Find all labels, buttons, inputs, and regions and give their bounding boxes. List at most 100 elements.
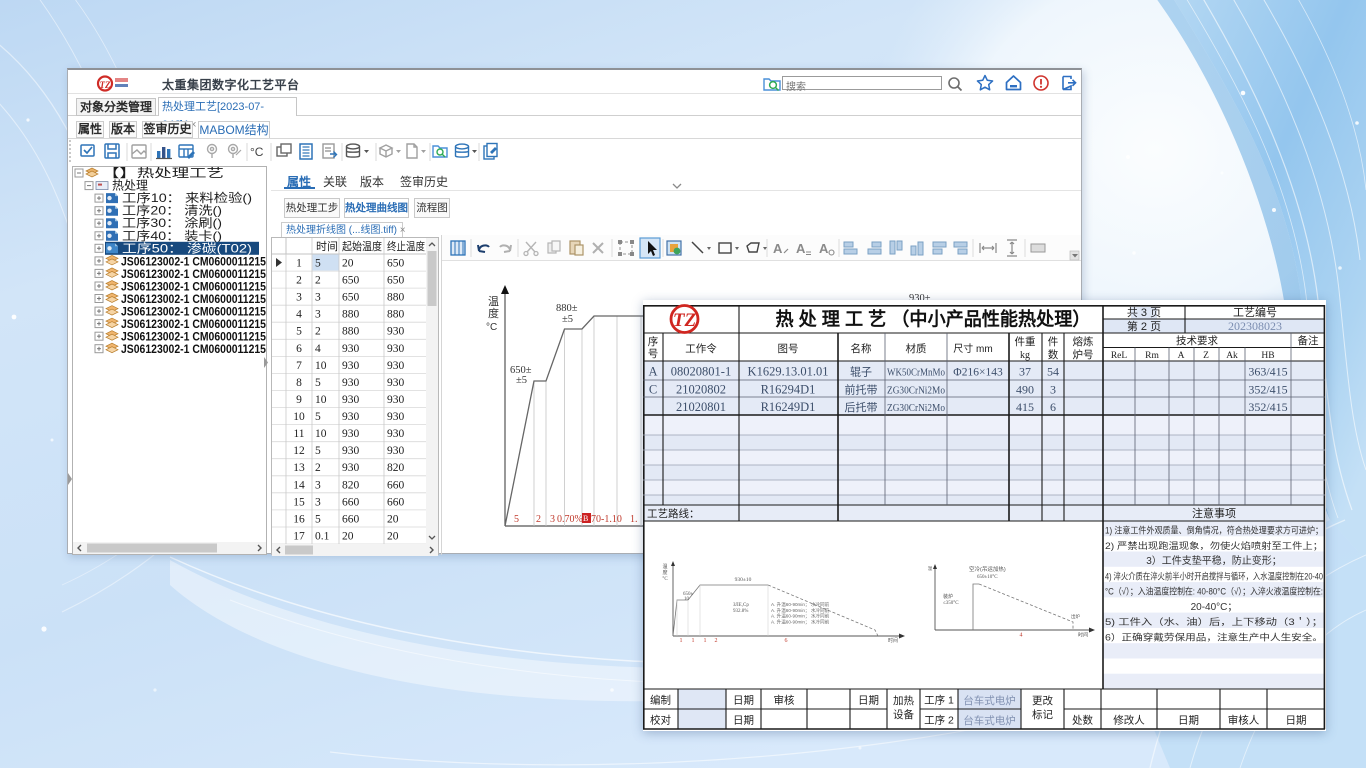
svg-text:空冷(吊运加热): 空冷(吊运加热) [969, 565, 1006, 573]
svg-text:650: 650 [387, 275, 405, 287]
svg-text:2: 2 [315, 462, 321, 474]
svg-text:10: 10 [315, 394, 327, 406]
svg-text:更改: 更改 [1032, 694, 1054, 707]
svg-text:名称: 名称 [851, 342, 872, 355]
svg-text:930±10: 930±10 [735, 577, 752, 583]
svg-text:650±10°C: 650±10°C [977, 575, 998, 580]
svg-text:4: 4 [315, 343, 321, 355]
svg-text:处数: 处数 [1072, 714, 1094, 727]
svg-text:修改人: 修改人 [1113, 714, 1145, 727]
svg-text:JS06123002-1 CM0600011215: JS06123002-1 CM0600011215 [121, 344, 266, 356]
svg-text:°C: °C [250, 145, 264, 159]
svg-text:ZG30CrNi2Mo: ZG30CrNi2Mo [887, 403, 945, 414]
svg-text:660: 660 [342, 513, 360, 525]
svg-text:930: 930 [387, 445, 405, 457]
svg-text:415: 415 [1016, 400, 1034, 414]
svg-text:温: 温 [662, 563, 667, 570]
svg-text:件: 件 [1048, 336, 1059, 348]
svg-text:时间: 时间 [888, 637, 898, 644]
svg-text:1: 1 [296, 258, 302, 270]
svg-text:20: 20 [342, 258, 354, 270]
svg-text:1: 1 [704, 638, 707, 644]
svg-text:08020801-1: 08020801-1 [671, 365, 731, 379]
svg-text:±5: ±5 [516, 375, 527, 386]
svg-text:8: 8 [296, 377, 302, 389]
svg-text:5: 5 [315, 445, 321, 457]
svg-text:6: 6 [1050, 400, 1056, 414]
svg-text:备注: 备注 [1298, 334, 1320, 347]
svg-text:880: 880 [387, 309, 405, 321]
svg-text:880: 880 [342, 326, 360, 338]
svg-text:10: 10 [315, 428, 327, 440]
svg-text:20: 20 [342, 531, 354, 543]
svg-text:13: 13 [293, 462, 305, 474]
svg-text:时间: 时间 [316, 240, 338, 253]
svg-text:设备: 设备 [893, 708, 914, 721]
svg-text:ReL: ReL [1111, 351, 1128, 361]
svg-text:kg: kg [1020, 350, 1030, 361]
svg-text:490: 490 [1016, 383, 1034, 397]
svg-text:日期: 日期 [733, 715, 754, 727]
svg-text:4: 4 [1020, 633, 1023, 639]
svg-text:件重: 件重 [1015, 335, 1036, 348]
svg-text:14: 14 [293, 479, 305, 491]
svg-text:930: 930 [342, 377, 360, 389]
svg-text:10: 10 [684, 597, 690, 602]
svg-text:校对: 校对 [650, 714, 671, 727]
svg-text:时间: 时间 [1078, 632, 1088, 639]
svg-text:日期: 日期 [858, 695, 879, 707]
svg-text:17: 17 [293, 531, 305, 543]
svg-text:930: 930 [387, 428, 405, 440]
svg-text:932.8%: 932.8% [733, 609, 748, 614]
svg-text:4) 淬火介质在淬火前半小时开启搅拌与循环，入水温度控制在2: 4) 淬火介质在淬火前半小时开启搅拌与循环，入水温度控制在20-40 [1105, 570, 1323, 581]
svg-text:930: 930 [387, 377, 405, 389]
svg-text:5: 5 [315, 258, 321, 270]
svg-text:注意事项: 注意事项 [1192, 506, 1236, 520]
svg-text:820: 820 [342, 479, 360, 491]
svg-text:1.: 1. [630, 514, 638, 525]
svg-text:3: 3 [315, 309, 321, 321]
svg-text:台车式电炉: 台车式电炉 [963, 694, 1016, 707]
svg-text:WK50CrMnMo: WK50CrMnMo [887, 368, 945, 379]
svg-text:审核人: 审核人 [1228, 714, 1260, 727]
svg-text:终止温度: 终止温度 [387, 239, 425, 253]
svg-text:标记: 标记 [1032, 709, 1054, 721]
svg-text:TZ: TZ [100, 80, 111, 90]
svg-text:2) 严禁出现跑温现象，勿使火焰喷射至工件上；: 2) 严禁出现跑温现象，勿使火焰喷射至工件上； [1105, 540, 1323, 551]
svg-text:930: 930 [387, 326, 405, 338]
svg-text:5) 工件入（水、油）后，上下移动（3＇）；: 5) 工件入（水、油）后，上下移动（3＇）； [1105, 616, 1323, 627]
svg-text:装炉: 装炉 [943, 593, 953, 600]
svg-text:3: 3 [315, 479, 321, 491]
svg-text:JS06123002-1 CM0600011215: JS06123002-1 CM0600011215 [121, 332, 266, 344]
svg-text:前托带: 前托带 [845, 383, 878, 397]
svg-text:6: 6 [785, 638, 788, 644]
svg-text:ЗЛЕ,Cp: ЗЛЕ,Cp [733, 603, 749, 608]
svg-text:930: 930 [342, 462, 360, 474]
svg-text:A. 升温60-90min； 水冷同前: A. 升温60-90min； 水冷同前 [771, 618, 830, 625]
svg-text:HB: HB [1261, 351, 1274, 361]
svg-text:温: 温 [488, 295, 499, 308]
svg-text:出炉: 出炉 [1071, 613, 1080, 620]
svg-text:3）工件支垫平稳，防止变形；: 3）工件支垫平稳，防止变形； [1146, 554, 1282, 567]
svg-text:°C: °C [486, 322, 497, 333]
svg-text:820: 820 [387, 462, 405, 474]
svg-text:后托带: 后托带 [845, 400, 878, 414]
svg-text:工作令: 工作令 [685, 342, 717, 355]
svg-text:尺寸 mm: 尺寸 mm [953, 342, 992, 355]
svg-text:K1629.13.01.01: K1629.13.01.01 [748, 365, 829, 379]
svg-text:10: 10 [293, 411, 305, 423]
svg-text:2: 2 [315, 326, 321, 338]
svg-text:930: 930 [342, 445, 360, 457]
svg-text:技术要求: 技术要求 [1176, 334, 1218, 347]
svg-text:JS06123002-1 CM0600011215: JS06123002-1 CM0600011215 [121, 294, 266, 306]
svg-text:A: A [773, 241, 783, 256]
svg-text:930: 930 [387, 360, 405, 372]
svg-text:5: 5 [315, 411, 321, 423]
svg-text:20-40°C；: 20-40°C； [1191, 602, 1238, 613]
svg-text:JS06123002-1 CM0600011215: JS06123002-1 CM0600011215 [121, 256, 266, 268]
svg-text:台车式电炉: 台车式电炉 [963, 714, 1016, 727]
svg-text:辊子: 辊子 [850, 365, 872, 379]
svg-text:930: 930 [342, 343, 360, 355]
svg-text:930: 930 [387, 343, 405, 355]
svg-text:R16249D1: R16249D1 [761, 400, 816, 414]
